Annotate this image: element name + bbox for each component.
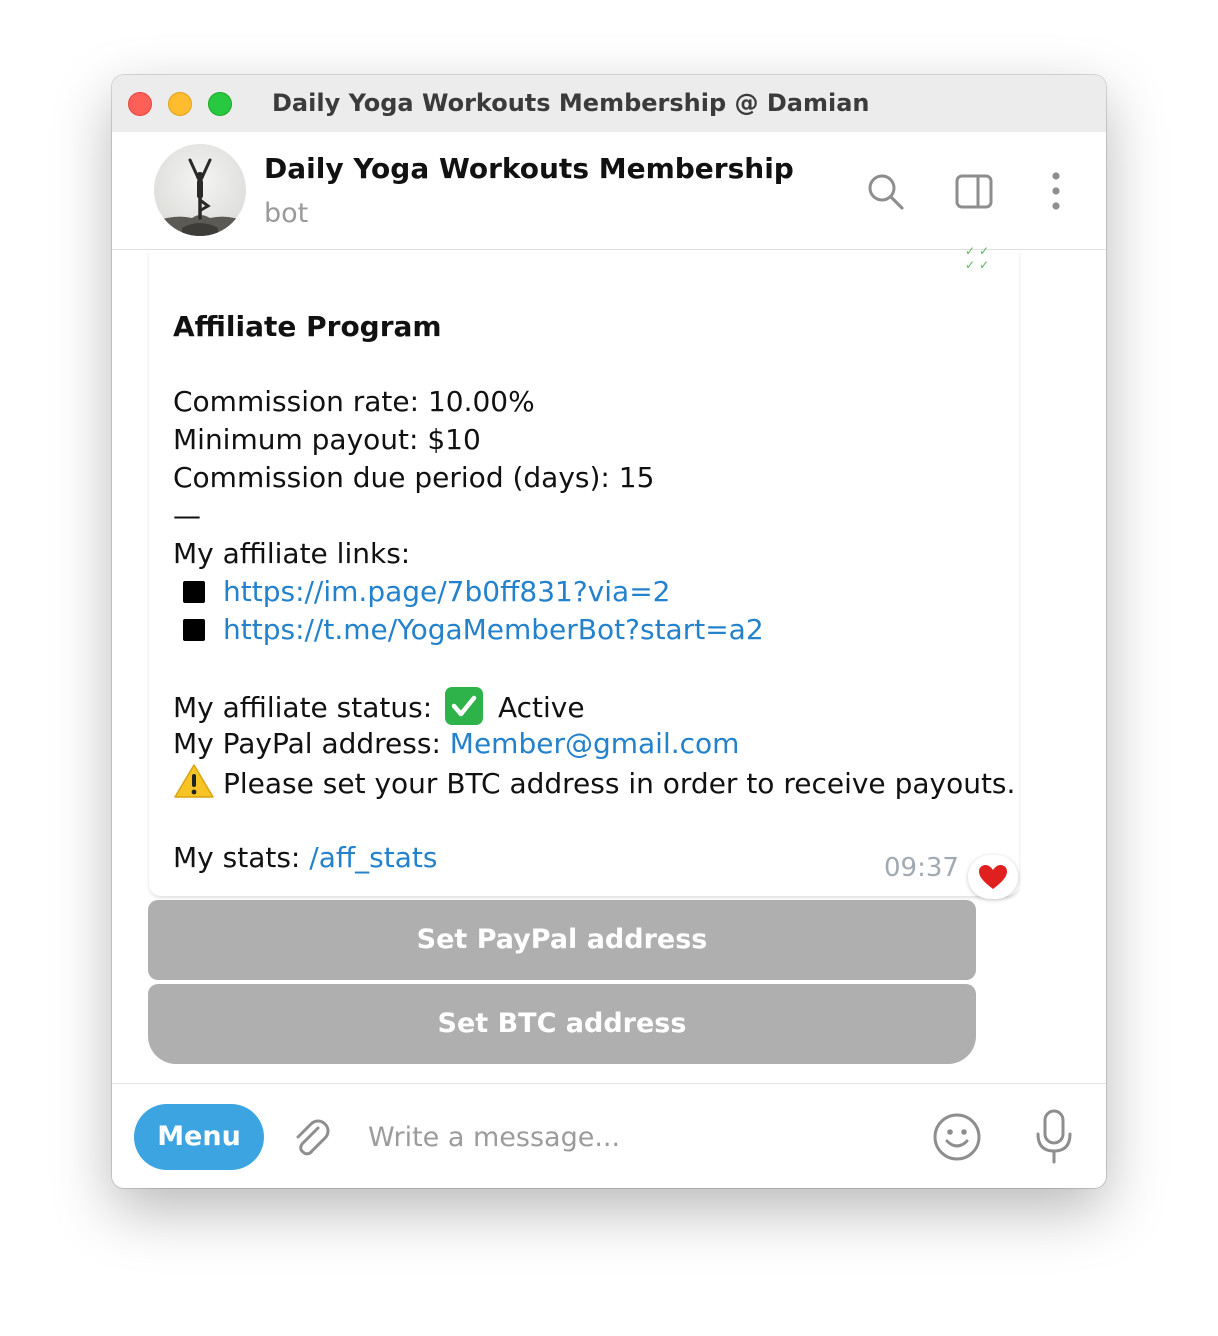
black-square-icon xyxy=(183,581,205,603)
avatar[interactable] xyxy=(154,144,246,236)
btc-warning-row: Please set your BTC address in order to … xyxy=(173,763,1015,803)
microphone-icon[interactable] xyxy=(1030,1108,1078,1166)
message-heading: Affiliate Program xyxy=(173,310,442,343)
check-mark-icon xyxy=(445,687,484,725)
stats-label: My stats: xyxy=(173,841,301,874)
set-btc-address-button[interactable]: Set BTC address xyxy=(148,984,976,1064)
more-options-icon[interactable] xyxy=(1036,172,1076,212)
paypal-row: My PayPal address: Member@gmail.com xyxy=(173,725,739,763)
chat-name[interactable]: Daily Yoga Workouts Membership xyxy=(264,152,794,185)
search-icon[interactable] xyxy=(866,172,906,212)
minimize-window-button[interactable] xyxy=(168,92,192,116)
chat-subtitle: bot xyxy=(264,198,309,229)
due-period-text: Commission due period (days): 15 xyxy=(173,461,655,494)
commission-rate-text: Commission rate: 10.00% xyxy=(173,385,535,418)
message-composer: Menu xyxy=(112,1083,1106,1188)
stats-command-link[interactable]: /aff_stats xyxy=(309,841,437,874)
message-input[interactable] xyxy=(368,1110,908,1164)
paypal-label: My PayPal address: xyxy=(173,727,441,760)
affiliate-status-row: My affiliate status: Active xyxy=(173,687,585,727)
affiliate-status-value: Active xyxy=(497,691,585,724)
emoji-icon[interactable] xyxy=(932,1112,982,1162)
yoga-avatar-image xyxy=(154,144,246,236)
previous-message-status-icon: ✓✓ ✓✓ xyxy=(965,244,994,272)
btc-warning-text: Please set your BTC address in order to … xyxy=(223,767,1016,800)
paperclip-icon[interactable] xyxy=(288,1114,334,1160)
stats-row: My stats: /aff_stats xyxy=(173,839,437,877)
reaction-badge[interactable] xyxy=(968,855,1018,899)
message-time: 09:37 xyxy=(884,853,959,883)
title-bar: Daily Yoga Workouts Membership @ Damian xyxy=(112,75,1106,132)
bot-menu-button[interactable]: Menu xyxy=(134,1104,264,1170)
affiliate-link-2[interactable]: https://t.me/YogaMemberBot?start=a2 xyxy=(223,613,764,646)
chat-header: Daily Yoga Workouts Membership bot xyxy=(112,132,1106,250)
affiliate-status-label: My affiliate status: xyxy=(173,691,433,724)
affiliate-link-1[interactable]: https://im.page/7b0ff831?via=2 xyxy=(223,575,670,608)
sidebar-toggle-icon[interactable] xyxy=(954,172,994,212)
close-window-button[interactable] xyxy=(128,92,152,116)
warning-icon xyxy=(173,763,215,799)
black-square-icon xyxy=(183,619,205,641)
affiliate-links-label: My affiliate links: xyxy=(173,537,411,570)
set-paypal-address-button[interactable]: Set PayPal address xyxy=(148,900,976,980)
heart-icon xyxy=(979,865,1007,889)
zoom-window-button[interactable] xyxy=(208,92,232,116)
minimum-payout-text: Minimum payout: $10 xyxy=(173,423,481,456)
window-title: Daily Yoga Workouts Membership @ Damian xyxy=(272,89,870,117)
app-window: Daily Yoga Workouts Membership @ Damian xyxy=(112,75,1106,1188)
affiliate-link-row: https://t.me/YogaMemberBot?start=a2 xyxy=(173,611,764,649)
affiliate-link-row: https://im.page/7b0ff831?via=2 xyxy=(173,573,670,611)
message-bubble[interactable]: ✓✓ ✓✓ Affiliate Program Commission rate:… xyxy=(149,244,1019,896)
separator-text: — xyxy=(173,499,201,532)
paypal-email-link[interactable]: Member@gmail.com xyxy=(450,727,740,760)
message-area[interactable]: ✓✓ ✓✓ Affiliate Program Commission rate:… xyxy=(112,244,1106,1083)
